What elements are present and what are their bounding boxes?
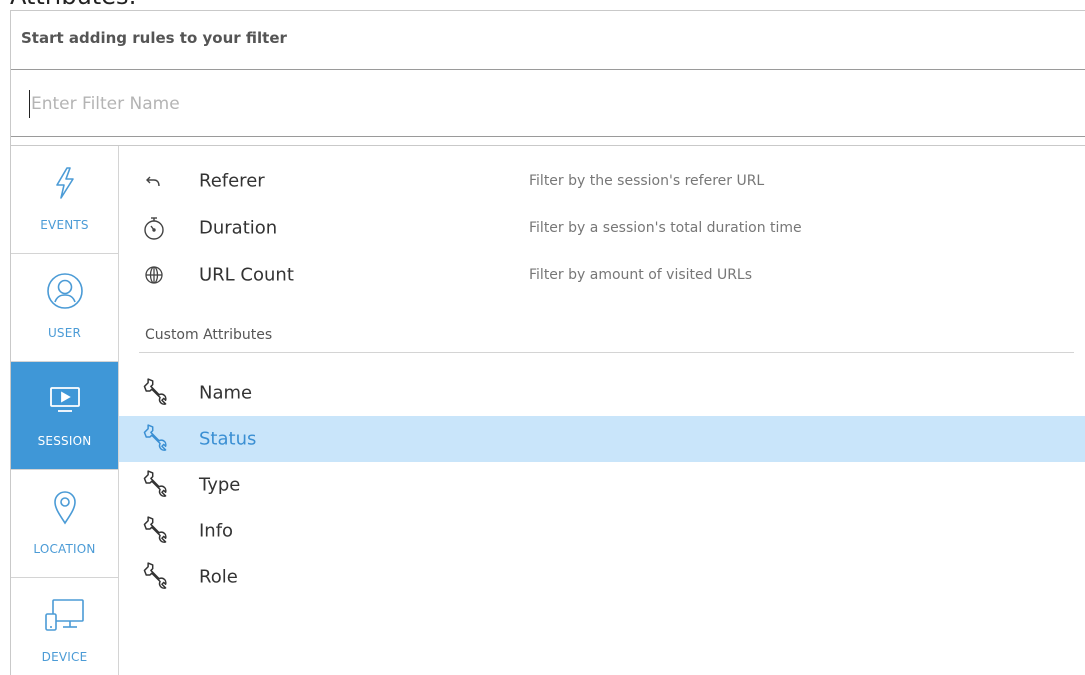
sidebar-item-label: DEVICE [41,650,88,664]
rule-url-count[interactable]: URL Count Filter by amount of visited UR… [119,252,1085,298]
rule-label: URL Count [199,264,294,286]
location-pin-icon [11,488,118,526]
wrench-icon [139,424,169,454]
attribute-label: Info [199,520,234,542]
divider [139,352,1074,353]
panel-subtitle: Start adding rules to your filter [21,29,287,47]
wrench-icon [139,516,169,546]
rule-label: Referer [199,170,265,192]
custom-attribute-status[interactable]: Status [119,416,1085,462]
custom-attribute-info[interactable]: Info [119,508,1085,554]
sidebar-item-label: SESSION [37,434,92,448]
sidebar-item-location[interactable]: LOCATION [11,470,118,578]
wrench-icon [139,378,169,408]
filter-panel: Start adding rules to your filter EVENTS [10,10,1085,675]
attributes-heading: Attributes: [10,0,137,10]
sidebar-item-user[interactable]: USER [11,254,118,362]
attribute-label: Name [199,382,253,404]
lightning-icon [11,164,118,202]
referer-arrow-icon [139,166,169,196]
sidebar-item-label: LOCATION [33,542,96,556]
globe-icon [139,260,169,290]
sidebar-item-session[interactable]: SESSION [11,362,118,470]
attribute-label: Type [199,474,241,496]
filter-name-input[interactable] [29,90,1071,118]
stopwatch-icon [139,213,169,243]
category-sidebar: EVENTS USER SESSION LOCATION DEVICE [11,146,119,675]
rule-duration[interactable]: Duration Filter by a session's total dur… [119,205,1085,251]
user-icon [11,272,118,310]
custom-attribute-role[interactable]: Role [119,554,1085,600]
custom-attribute-type[interactable]: Type [119,462,1085,508]
sidebar-item-device[interactable]: DEVICE [11,578,118,675]
sidebar-item-events[interactable]: EVENTS [11,146,118,254]
rule-label: Duration [199,217,278,239]
custom-attributes-heading: Custom Attributes [145,327,273,343]
rule-referer[interactable]: Referer Filter by the session's referer … [119,158,1085,204]
monitor-play-icon [11,380,118,418]
attribute-label: Status [199,428,257,450]
wrench-icon [139,470,169,500]
sidebar-item-label: EVENTS [40,218,89,232]
rule-description: Filter by amount of visited URLs [529,267,753,283]
divider [11,136,1085,137]
sidebar-item-label: USER [47,326,82,340]
rules-list: Referer Filter by the session's referer … [119,146,1085,675]
rule-description: Filter by the session's referer URL [529,173,765,189]
wrench-icon [139,562,169,592]
custom-attribute-name[interactable]: Name [119,370,1085,416]
devices-icon [11,596,118,634]
rule-description: Filter by a session's total duration tim… [529,220,802,236]
filter-builder: Attributes: Start adding rules to your f… [0,0,1085,675]
filter-name-row [11,70,1085,136]
attribute-label: Role [199,566,238,588]
